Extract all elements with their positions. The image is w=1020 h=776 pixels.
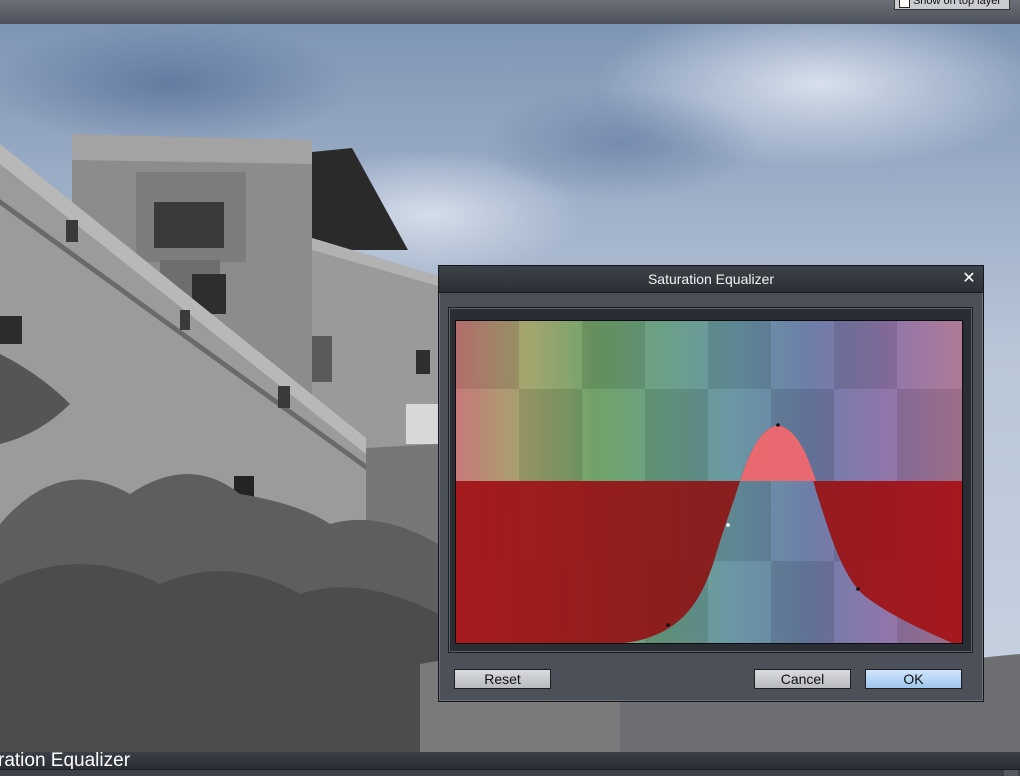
curve-control-point-icon <box>776 423 780 427</box>
scroll-right-arrow-icon[interactable] <box>1004 770 1018 776</box>
cancel-button[interactable]: Cancel <box>754 669 851 689</box>
top-layer-checkbox[interactable]: Show on top layer <box>893 0 1010 10</box>
reset-button[interactable]: Reset <box>454 669 551 689</box>
app-window: Show on top layer ration Equalizer Satur… <box>0 0 1020 776</box>
dialog-title: Saturation Equalizer <box>647 271 775 287</box>
close-icon[interactable]: ✕ <box>959 269 979 289</box>
horizontal-scrollbar[interactable] <box>0 769 1020 776</box>
saturation-curve-graph[interactable] <box>455 320 963 644</box>
curve-control-point-icon <box>856 587 860 591</box>
caption-title: ration Equalizer <box>0 750 131 771</box>
caption-bar: ration Equalizer <box>0 750 1020 776</box>
curve-control-point-icon <box>666 623 670 627</box>
top-toolbar: Show on top layer <box>0 0 1020 25</box>
ok-button[interactable]: OK <box>865 669 962 689</box>
dialog-titlebar[interactable]: Saturation Equalizer ✕ <box>439 266 983 293</box>
equalizer-canvas[interactable] <box>456 321 962 643</box>
saturation-equalizer-dialog: Saturation Equalizer ✕ Reset Cancel OK <box>438 265 984 702</box>
curve-control-point-icon <box>726 523 730 527</box>
